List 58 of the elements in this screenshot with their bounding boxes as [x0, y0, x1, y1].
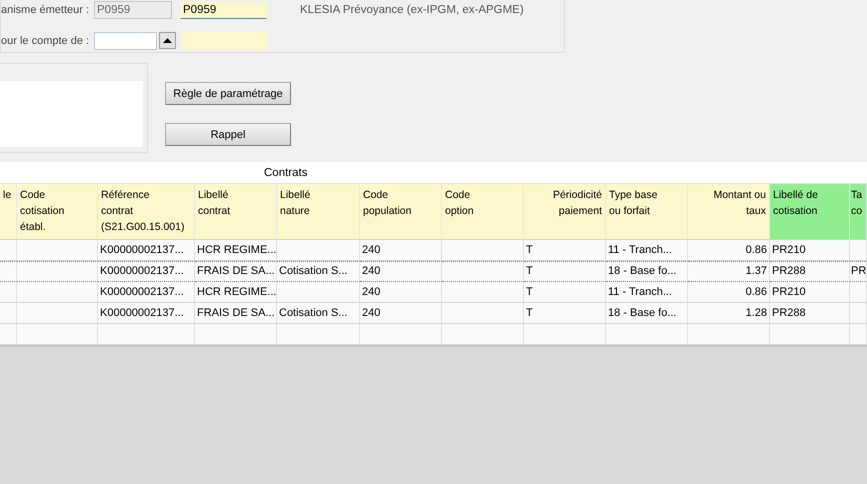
table-cell: K00000002137... [98, 261, 195, 282]
table-cell: K00000002137... [98, 282, 195, 303]
table-cell: 18 - Base fo... [606, 303, 688, 324]
column-header[interactable]: Référence contrat (S21.G00.15.001) [98, 184, 195, 240]
table-cell: PR [850, 261, 867, 282]
table-cell: PR210 [770, 240, 850, 261]
table-cell: 240 [360, 261, 442, 282]
column-header[interactable]: Périodicité paiement [524, 184, 606, 240]
table-cell [850, 282, 867, 303]
column-header[interactable]: Code cotisation établ. [17, 184, 98, 240]
input-field[interactable]: P0959 [180, 0, 267, 18]
table-cell: 240 [360, 303, 442, 324]
table-cell: FRAIS DE SA... [195, 261, 277, 282]
column-header[interactable]: Ta co [850, 184, 867, 240]
action-button[interactable]: Règle de paramétrage [165, 82, 291, 105]
table-cell: Cotisation S... [277, 303, 360, 324]
action-button[interactable]: Rappel [165, 123, 291, 146]
table-cell: PR210 [770, 282, 850, 303]
table-cell: 11 - Tranch... [606, 240, 688, 261]
table-cell: T [524, 282, 606, 303]
column-header[interactable]: Code option [442, 184, 524, 240]
table-cell: T [524, 240, 606, 261]
table-cell: 0.86 [688, 282, 770, 303]
table-cell: PR288 [770, 261, 850, 282]
table-cell: 1.37 [688, 261, 770, 282]
table-cell: 18 - Base fo... [606, 261, 688, 282]
column-header[interactable]: Montant ou taux [688, 184, 770, 240]
triangle-icon [163, 38, 172, 43]
column-header[interactable]: le [0, 184, 17, 240]
column-header[interactable]: Code population [360, 184, 442, 240]
table-cell: Cotisation S... [277, 261, 360, 282]
table-title: Contrats [264, 166, 308, 178]
table-cell: FRAIS DE SA... [195, 303, 277, 324]
organization-name: KLESIA Prévoyance (ex-IPGM, ex-APGME) [300, 4, 524, 16]
table-cell [850, 303, 867, 324]
table-cell [850, 324, 867, 345]
table-cell [850, 240, 867, 261]
column-header[interactable]: Type base ou forfait [606, 184, 688, 240]
table-cell: 1.28 [688, 303, 770, 324]
column-header[interactable]: Libellé de cotisation [770, 184, 850, 240]
table-cell: T [524, 303, 606, 324]
table-cell: PR288 [770, 303, 850, 324]
table-cell: T [524, 261, 606, 282]
up-button[interactable] [159, 32, 176, 49]
column-header[interactable]: Libellé nature [277, 184, 360, 240]
table-cell: 11 - Tranch... [606, 282, 688, 303]
table-cell: 240 [360, 240, 442, 261]
field-label: our le compte de : [1, 34, 89, 46]
column-header[interactable]: Libellé contrat [195, 184, 277, 240]
table-cell: K00000002137... [98, 303, 195, 324]
table-cell: HCR REGIME... [195, 240, 277, 261]
input-field[interactable] [94, 32, 157, 50]
table-cell: 240 [360, 282, 442, 303]
table-cell: K00000002137... [98, 240, 195, 261]
field-label: anisme émetteur : [1, 4, 89, 16]
table-cell: HCR REGIME... [195, 282, 277, 303]
input-field[interactable]: P0959 [94, 0, 172, 18]
table-cell: 0.86 [688, 240, 770, 261]
